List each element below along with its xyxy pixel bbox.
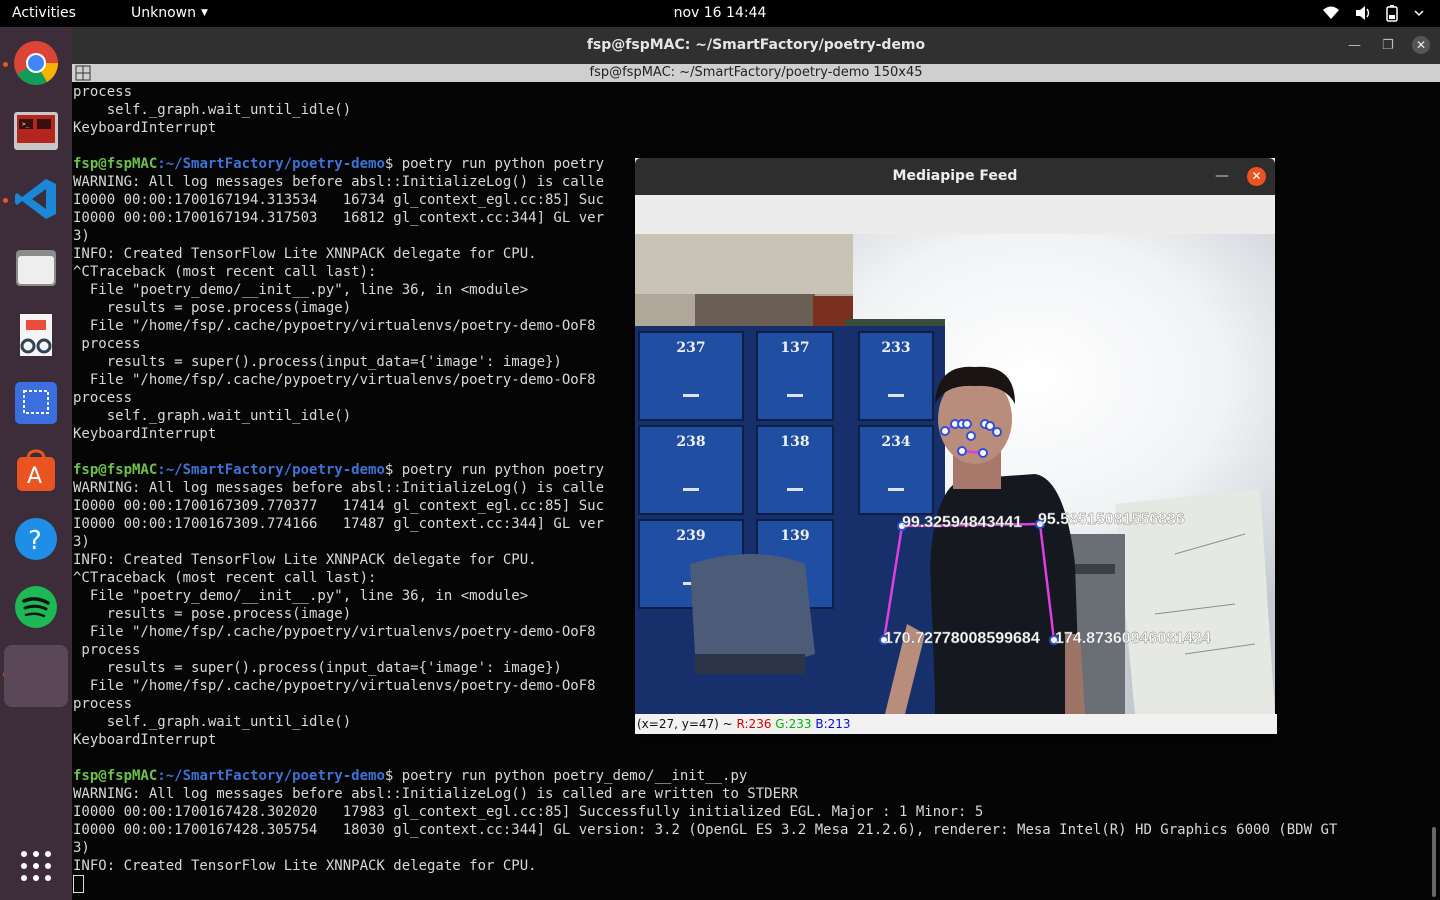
pose-landmark	[985, 421, 995, 431]
spotify-icon[interactable]	[8, 579, 64, 635]
terminal-line: I0000 00:00:1700167428.302020 17983 gl_c…	[73, 804, 984, 820]
terminal-line: process	[73, 84, 133, 100]
system-tray[interactable]	[1322, 4, 1426, 22]
prompt-user: fsp@fspMAC	[73, 768, 158, 784]
terminal-line: KeyboardInterrupt	[73, 120, 217, 136]
locker-handle	[683, 394, 699, 397]
prompt-path: :~/SmartFactory/poetry-demo	[157, 768, 385, 784]
pose-landmark	[992, 427, 1002, 437]
maximize-icon[interactable]: ❐	[1382, 27, 1394, 64]
green-value: G:233	[775, 717, 812, 731]
svg-text:?: ?	[28, 526, 42, 556]
pose-landmark	[957, 446, 967, 456]
pose-landmark	[978, 448, 988, 458]
pose-landmark	[966, 431, 976, 441]
scrollbar[interactable]	[1432, 827, 1436, 897]
prompt-path: :~/SmartFactory/poetry-demo	[157, 156, 385, 172]
red-value: R:236	[736, 717, 772, 731]
help-icon[interactable]: ?	[8, 511, 64, 567]
terminal-line: WARNING: All log messages before absl::I…	[73, 786, 798, 802]
terminal-title: fsp@fspMAC: ~/SmartFactory/poetry-demo	[586, 37, 926, 53]
activities-button[interactable]: Activities	[12, 5, 76, 21]
locker-number: 239	[676, 528, 705, 544]
command-text: $ poetry run python poetry	[384, 462, 605, 478]
locker-handle	[683, 488, 699, 491]
locker-handle	[888, 488, 904, 491]
landmark-angle-label: 170.72778008599684	[884, 630, 1040, 647]
prompt-user: fsp@fspMAC	[73, 156, 158, 172]
locker-number: 234	[881, 434, 910, 450]
screenshot-icon[interactable]	[8, 375, 64, 431]
app-menu-label: Unknown	[131, 5, 196, 21]
locker-number: 233	[881, 340, 910, 356]
close-icon[interactable]: ✕	[1412, 36, 1430, 54]
terminal-app-icon[interactable]: >_	[8, 103, 64, 159]
pose-landmark	[962, 419, 972, 429]
clock[interactable]: nov 16 14:44	[0, 5, 1440, 21]
locker-number: 138	[780, 434, 809, 450]
landmark-angle-label: 99.32594843441	[902, 514, 1022, 531]
show-applications-icon[interactable]	[8, 838, 64, 894]
chrome-icon[interactable]	[8, 35, 64, 91]
svg-text:A: A	[27, 464, 42, 489]
locker-handle	[888, 394, 904, 397]
locker-number: 139	[780, 528, 809, 544]
files-icon[interactable]	[8, 239, 64, 295]
mediapipe-titlebar[interactable]: Mediapipe Feed — ✕	[635, 158, 1275, 195]
locker-handle	[787, 394, 803, 397]
camera-feed[interactable]: 237 137 233 238 138 234 239 139 99.32594843441 9…	[635, 234, 1275, 714]
minimize-icon[interactable]: —	[1210, 158, 1234, 195]
landmark-angle-label: 95.58515081556836	[1038, 511, 1185, 528]
text-cursor	[73, 875, 84, 893]
locker-number: 238	[676, 434, 705, 450]
terminal-line: I0000 00:00:1700167428.305754 18030 gl_c…	[73, 822, 1338, 838]
terminal-line: self._graph.wait_until_idle()	[73, 102, 352, 118]
mediapipe-title: Mediapipe Feed	[892, 168, 1018, 184]
command-text: $ poetry run python poetry	[384, 156, 605, 172]
blue-value: B:213	[815, 717, 851, 731]
prompt-user: fsp@fspMAC	[73, 462, 158, 478]
vscode-icon[interactable]	[8, 171, 64, 227]
minimize-icon[interactable]: —	[1348, 27, 1361, 64]
mediapipe-window[interactable]: Mediapipe Feed — ✕ 237 137 233 238 138 2…	[635, 158, 1277, 734]
ubuntu-software-icon[interactable]: A	[8, 443, 64, 499]
close-icon[interactable]: ✕	[1247, 167, 1266, 186]
locker-handle	[787, 488, 803, 491]
volume-icon	[1354, 4, 1372, 22]
mediapipe-toolbar	[635, 195, 1275, 234]
terminal-titlebar[interactable]: fsp@fspMAC: ~/SmartFactory/poetry-demo —…	[72, 27, 1440, 64]
terminal-tab-bar: fsp@fspMAC: ~/SmartFactory/poetry-demo 1…	[72, 64, 1440, 82]
svg-text:>_: >_	[22, 121, 30, 128]
terminal-subtitle: fsp@fspMAC: ~/SmartFactory/poetry-demo 1…	[589, 65, 923, 80]
prompt-line[interactable]	[73, 875, 1425, 893]
app-menu[interactable]: Unknown ▼	[131, 5, 208, 21]
terminal-line: fsp@fspMAC:~/SmartFactory/poetry-demo$ p…	[73, 767, 1425, 785]
new-tab-icon[interactable]	[75, 65, 91, 81]
terminal-line: INFO: Created TensorFlow Lite XNNPACK de…	[73, 858, 537, 874]
document-viewer-icon[interactable]	[8, 307, 64, 363]
status-bar: (x=27, y=47) ~ R:236 G:233 B:213	[635, 714, 1277, 734]
top-bar: Activities Unknown ▼ nov 16 14:44	[0, 0, 1440, 27]
battery-icon	[1386, 4, 1398, 22]
dock: >_ A ?	[0, 27, 72, 900]
terminal-line: 3)	[73, 840, 90, 856]
power-menu-icon	[1412, 4, 1426, 22]
pose-landmark	[940, 426, 950, 436]
locker-number: 137	[780, 340, 809, 356]
prompt-path: :~/SmartFactory/poetry-demo	[157, 462, 385, 478]
wifi-icon	[1322, 4, 1340, 22]
locker-number: 237	[676, 340, 705, 356]
cursor-coords: (x=27, y=47) ~	[637, 717, 733, 731]
landmark-angle-label: 174.87360946081424	[1055, 630, 1211, 647]
chevron-down-icon: ▼	[201, 8, 208, 18]
command-text: $ poetry run python poetry_demo/__init__…	[384, 768, 748, 784]
running-app-icon[interactable]	[4, 645, 68, 707]
